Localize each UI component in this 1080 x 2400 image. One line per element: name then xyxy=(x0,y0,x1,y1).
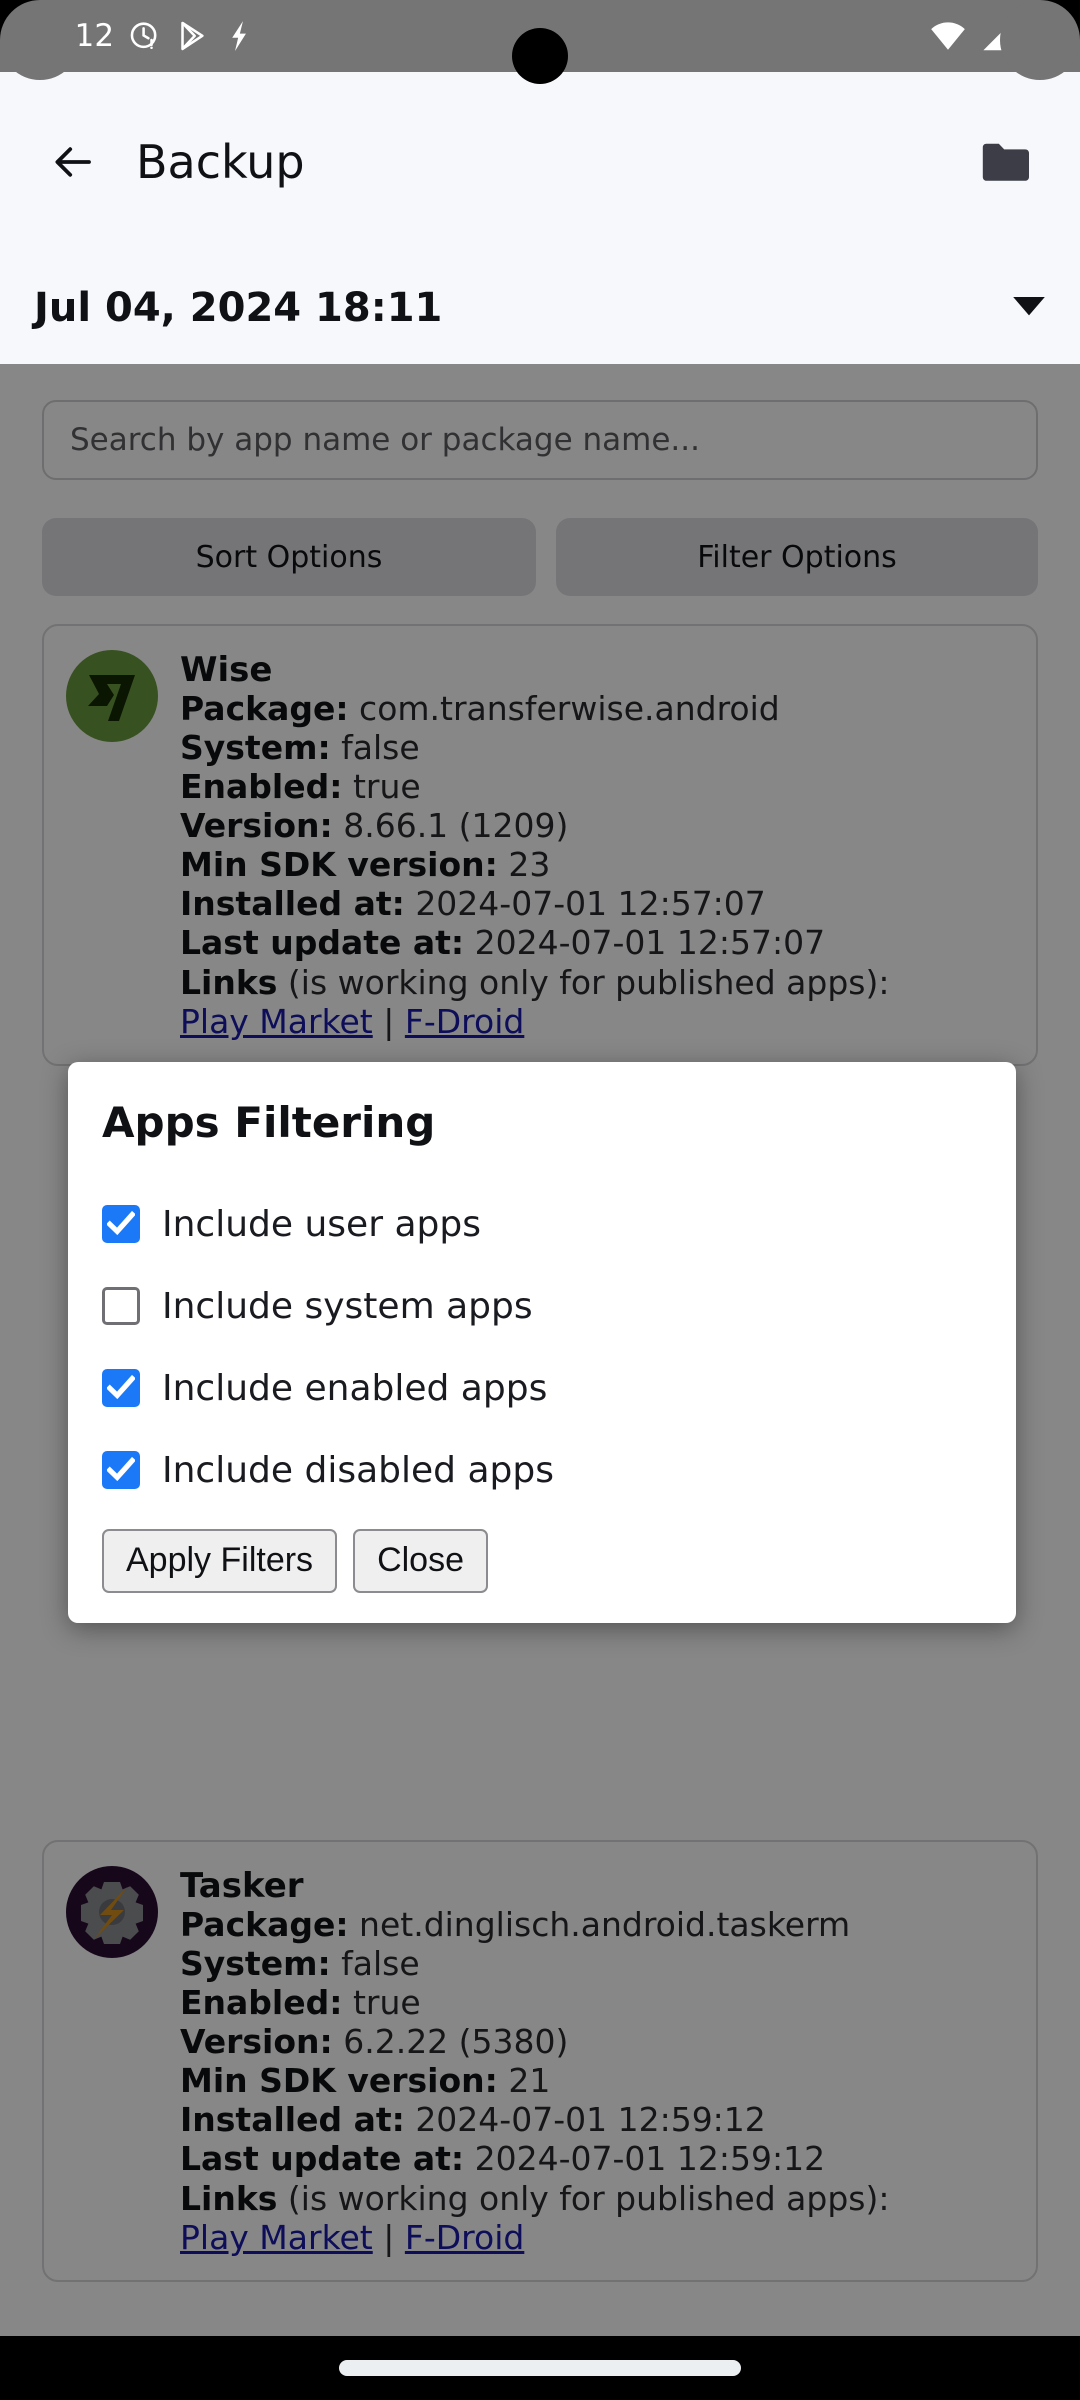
checkbox-disabled-apps[interactable] xyxy=(102,1451,140,1489)
close-button[interactable]: Close xyxy=(353,1529,488,1594)
check-icon xyxy=(107,1211,135,1236)
checkbox-enabled-apps[interactable] xyxy=(102,1369,140,1407)
chevron-down-icon xyxy=(1012,295,1046,321)
checkbox-system-apps[interactable] xyxy=(102,1287,140,1325)
phone-screen: 11:12 xyxy=(0,0,1080,2400)
arrow-left-icon xyxy=(55,147,91,177)
play-store-icon xyxy=(176,19,210,53)
filter-option-label: Include user apps xyxy=(162,1203,481,1245)
filter-option-disabled-apps[interactable]: Include disabled apps xyxy=(102,1429,982,1511)
flash-icon xyxy=(224,19,254,53)
backup-date-value: Jul 04, 2024 18:11 xyxy=(34,285,443,331)
apply-filters-button[interactable]: Apply Filters xyxy=(102,1529,338,1594)
camera-punch-hole xyxy=(512,28,568,84)
navigation-bar xyxy=(0,2336,1080,2400)
filter-option-label: Include system apps xyxy=(162,1285,533,1327)
wifi-icon xyxy=(930,20,966,52)
home-gesture-pill[interactable] xyxy=(339,2360,741,2376)
folder-icon xyxy=(982,143,1029,181)
screen-corner-right xyxy=(1000,0,1080,80)
page-title: Backup xyxy=(136,135,305,189)
backup-date-selector[interactable]: Jul 04, 2024 18:11 xyxy=(0,252,1080,364)
app-bar: Backup xyxy=(0,72,1080,252)
dialog-title: Apps Filtering xyxy=(102,1098,436,1147)
filter-option-label: Include disabled apps xyxy=(162,1449,554,1491)
filter-option-system-apps[interactable]: Include system apps xyxy=(102,1265,982,1347)
dialog-buttons: Apply Filters Close xyxy=(102,1529,982,1594)
filter-option-enabled-apps[interactable]: Include enabled apps xyxy=(102,1347,982,1429)
filter-option-user-apps[interactable]: Include user apps xyxy=(102,1183,982,1265)
back-button[interactable] xyxy=(38,127,108,197)
screen-corner-left xyxy=(0,0,80,80)
apps-filtering-dialog: Apps Filtering Include user apps Include… xyxy=(68,1062,1016,1624)
folder-button[interactable] xyxy=(970,126,1042,198)
filter-option-label: Include enabled apps xyxy=(162,1367,548,1409)
clock-alert-icon xyxy=(128,19,162,53)
check-icon xyxy=(107,1375,135,1400)
check-icon xyxy=(107,1457,135,1482)
checkbox-user-apps[interactable] xyxy=(102,1205,140,1243)
